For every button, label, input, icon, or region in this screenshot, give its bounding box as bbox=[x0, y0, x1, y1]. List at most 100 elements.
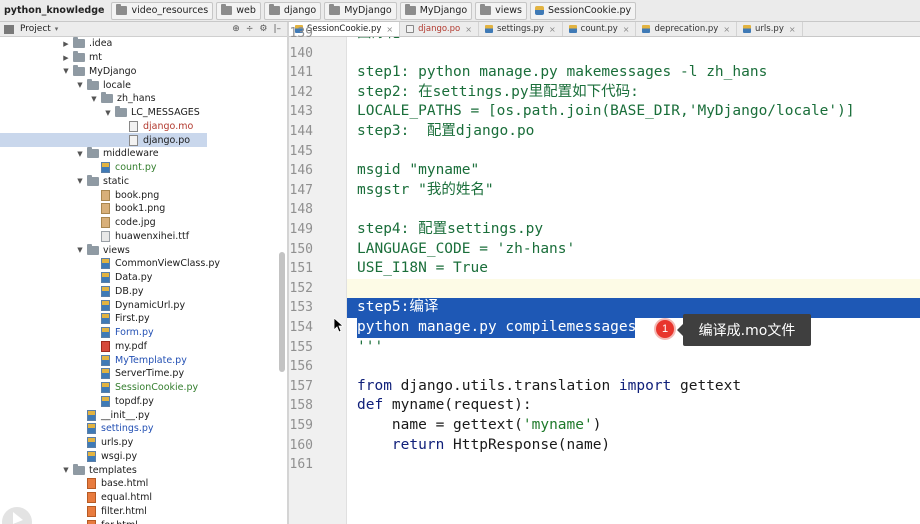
tree-file-item[interactable]: ServerTime.py bbox=[0, 367, 184, 381]
folder-icon bbox=[480, 4, 492, 15]
tree-file-item[interactable]: my.pdf bbox=[0, 340, 147, 354]
chevron-down-icon[interactable]: ▼ bbox=[76, 177, 84, 185]
tree-folder-item[interactable]: ▼ zh_hans bbox=[0, 92, 156, 106]
breadcrumb-item[interactable]: views bbox=[475, 1, 527, 20]
tree-file-item[interactable]: DynamicUrl.py bbox=[0, 298, 185, 312]
close-icon[interactable]: × bbox=[789, 25, 796, 34]
html-file-icon bbox=[87, 478, 96, 490]
code-editor[interactable]: 国际化 step1: python manage.py makemessages … bbox=[347, 37, 920, 524]
tree-folder-item[interactable]: ▼ middleware bbox=[0, 147, 159, 161]
breadcrumb-item[interactable]: SessionCookie.py bbox=[530, 1, 637, 20]
folder-icon bbox=[221, 4, 233, 15]
mouse-cursor-icon bbox=[333, 317, 345, 337]
tree-file-item[interactable]: topdf.py bbox=[0, 395, 154, 409]
chevron-down-icon[interactable]: ▾ bbox=[55, 25, 59, 33]
editor-tab[interactable]: settings.py × bbox=[479, 22, 563, 36]
line-number: 151 bbox=[289, 261, 313, 277]
callout-badge: 1 bbox=[656, 320, 674, 338]
python-file-icon bbox=[87, 423, 96, 435]
line-number: 147 bbox=[289, 182, 313, 198]
tree-folder-item[interactable]: ▼ static bbox=[0, 174, 129, 189]
line-number: 155 bbox=[289, 339, 313, 355]
current-line-highlight bbox=[347, 278, 920, 299]
tree-file-item[interactable]: book.png bbox=[0, 188, 159, 202]
breadcrumb-item[interactable]: MyDjango bbox=[399, 1, 473, 20]
line-number: 159 bbox=[289, 418, 313, 433]
python-file-icon bbox=[535, 6, 544, 15]
tree-file-item[interactable]: wsgi.py bbox=[0, 450, 137, 464]
chevron-down-icon[interactable]: ▼ bbox=[104, 109, 112, 117]
chevron-down-icon[interactable]: ▼ bbox=[76, 246, 84, 254]
tree-file-item[interactable]: code.jpg bbox=[0, 216, 156, 230]
tree-file-item[interactable]: django.po bbox=[0, 133, 207, 147]
close-icon[interactable]: × bbox=[549, 25, 556, 34]
tab-label: SessionCookie.py bbox=[307, 24, 382, 34]
close-icon[interactable]: × bbox=[465, 25, 472, 34]
tree-folder-item[interactable]: ▶ .idea bbox=[0, 37, 112, 51]
line-number: 144 bbox=[289, 124, 313, 139]
tree-file-item[interactable]: huawenxihei.ttf bbox=[0, 230, 189, 244]
locate-icon[interactable]: ⊕ bbox=[232, 24, 240, 34]
code-line: LANGUAGE_CODE = 'zh-hans' bbox=[357, 240, 576, 257]
line-number: 161 bbox=[289, 457, 313, 473]
tree-file-item[interactable]: Form.py bbox=[0, 326, 154, 340]
chevron-right-icon[interactable]: ▶ bbox=[62, 40, 70, 48]
chevron-down-icon[interactable]: ▼ bbox=[76, 81, 84, 89]
python-file-icon bbox=[101, 285, 110, 297]
tree-file-item[interactable]: Data.py bbox=[0, 271, 152, 285]
tree-file-item[interactable]: book1.png bbox=[0, 202, 165, 216]
editor-tab[interactable]: urls.py × bbox=[737, 22, 803, 36]
breadcrumb-item[interactable]: python_knowledge bbox=[2, 2, 108, 20]
chevron-down-icon[interactable]: ▼ bbox=[62, 466, 70, 474]
folder-icon bbox=[268, 4, 280, 15]
chevron-down-icon[interactable]: ▼ bbox=[62, 67, 70, 75]
tree-file-item[interactable]: SessionCookie.py bbox=[0, 381, 198, 395]
tree-item-label: CommonViewClass.py bbox=[115, 258, 220, 270]
breadcrumb-item[interactable]: django bbox=[263, 1, 322, 20]
code-line: step3: 配置django.po bbox=[357, 123, 535, 139]
tree-item-label: SessionCookie.py bbox=[115, 382, 199, 394]
tree-file-item[interactable]: base.html bbox=[0, 477, 148, 491]
breadcrumb-label: django bbox=[283, 5, 317, 16]
tree-file-item[interactable]: count.py bbox=[0, 161, 156, 175]
tree-file-item[interactable]: urls.py bbox=[0, 436, 133, 450]
tree-item-label: middleware bbox=[103, 148, 159, 160]
tree-folder-item[interactable]: ▼ LC_MESSAGES bbox=[0, 106, 200, 120]
tree-file-item[interactable]: MyTemplate.py bbox=[0, 353, 187, 367]
chevron-right-icon[interactable]: ▶ bbox=[62, 54, 70, 62]
tree-file-item[interactable]: settings.py bbox=[0, 422, 154, 436]
breadcrumb-label: web bbox=[236, 5, 256, 16]
folder-icon bbox=[73, 51, 85, 63]
tree-file-item[interactable]: First.py bbox=[0, 312, 150, 326]
editor-tab[interactable]: count.py × bbox=[563, 22, 637, 36]
close-icon[interactable]: × bbox=[723, 25, 730, 34]
tree-item-label: DB.py bbox=[115, 285, 144, 297]
project-panel-title[interactable]: Project bbox=[20, 24, 51, 34]
editor-tab[interactable]: django.po × bbox=[400, 22, 479, 36]
breadcrumb-item[interactable]: web bbox=[216, 1, 261, 20]
collapse-icon[interactable]: ÷ bbox=[246, 24, 254, 34]
code-line: USE_I18N = True bbox=[357, 260, 488, 277]
chevron-down-icon[interactable]: ▼ bbox=[90, 95, 98, 103]
tree-file-item[interactable]: __init__.py bbox=[0, 408, 150, 422]
tree-folder-item[interactable]: ▼ templates bbox=[0, 463, 137, 477]
code-line: ''' bbox=[357, 338, 384, 355]
tree-item-label: book1.png bbox=[115, 203, 166, 215]
breadcrumb-item[interactable]: video_resources bbox=[111, 1, 214, 20]
tree-file-item[interactable]: DB.py bbox=[0, 285, 144, 299]
tree-folder-item[interactable]: ▼ locale bbox=[0, 78, 131, 92]
breadcrumb-item[interactable]: MyDjango bbox=[324, 1, 397, 20]
close-icon[interactable]: × bbox=[623, 25, 630, 34]
code-line: step4: 配置settings.py bbox=[357, 221, 544, 237]
gear-icon[interactable]: ⚙ bbox=[259, 24, 267, 34]
tree-folder-item[interactable]: ▼ views bbox=[0, 243, 130, 257]
play-icon[interactable] bbox=[0, 494, 34, 524]
close-icon[interactable]: × bbox=[386, 25, 393, 34]
editor-tab[interactable]: deprecation.py × bbox=[636, 22, 738, 36]
tree-file-item[interactable]: django.mo bbox=[0, 120, 193, 134]
tree-folder-item[interactable]: ▼ MyDjango bbox=[0, 64, 136, 79]
tree-folder-item[interactable]: ▶ mt bbox=[0, 51, 102, 65]
python-file-icon bbox=[101, 313, 110, 325]
tree-file-item[interactable]: CommonViewClass.py bbox=[0, 257, 220, 271]
chevron-down-icon[interactable]: ▼ bbox=[76, 150, 84, 158]
